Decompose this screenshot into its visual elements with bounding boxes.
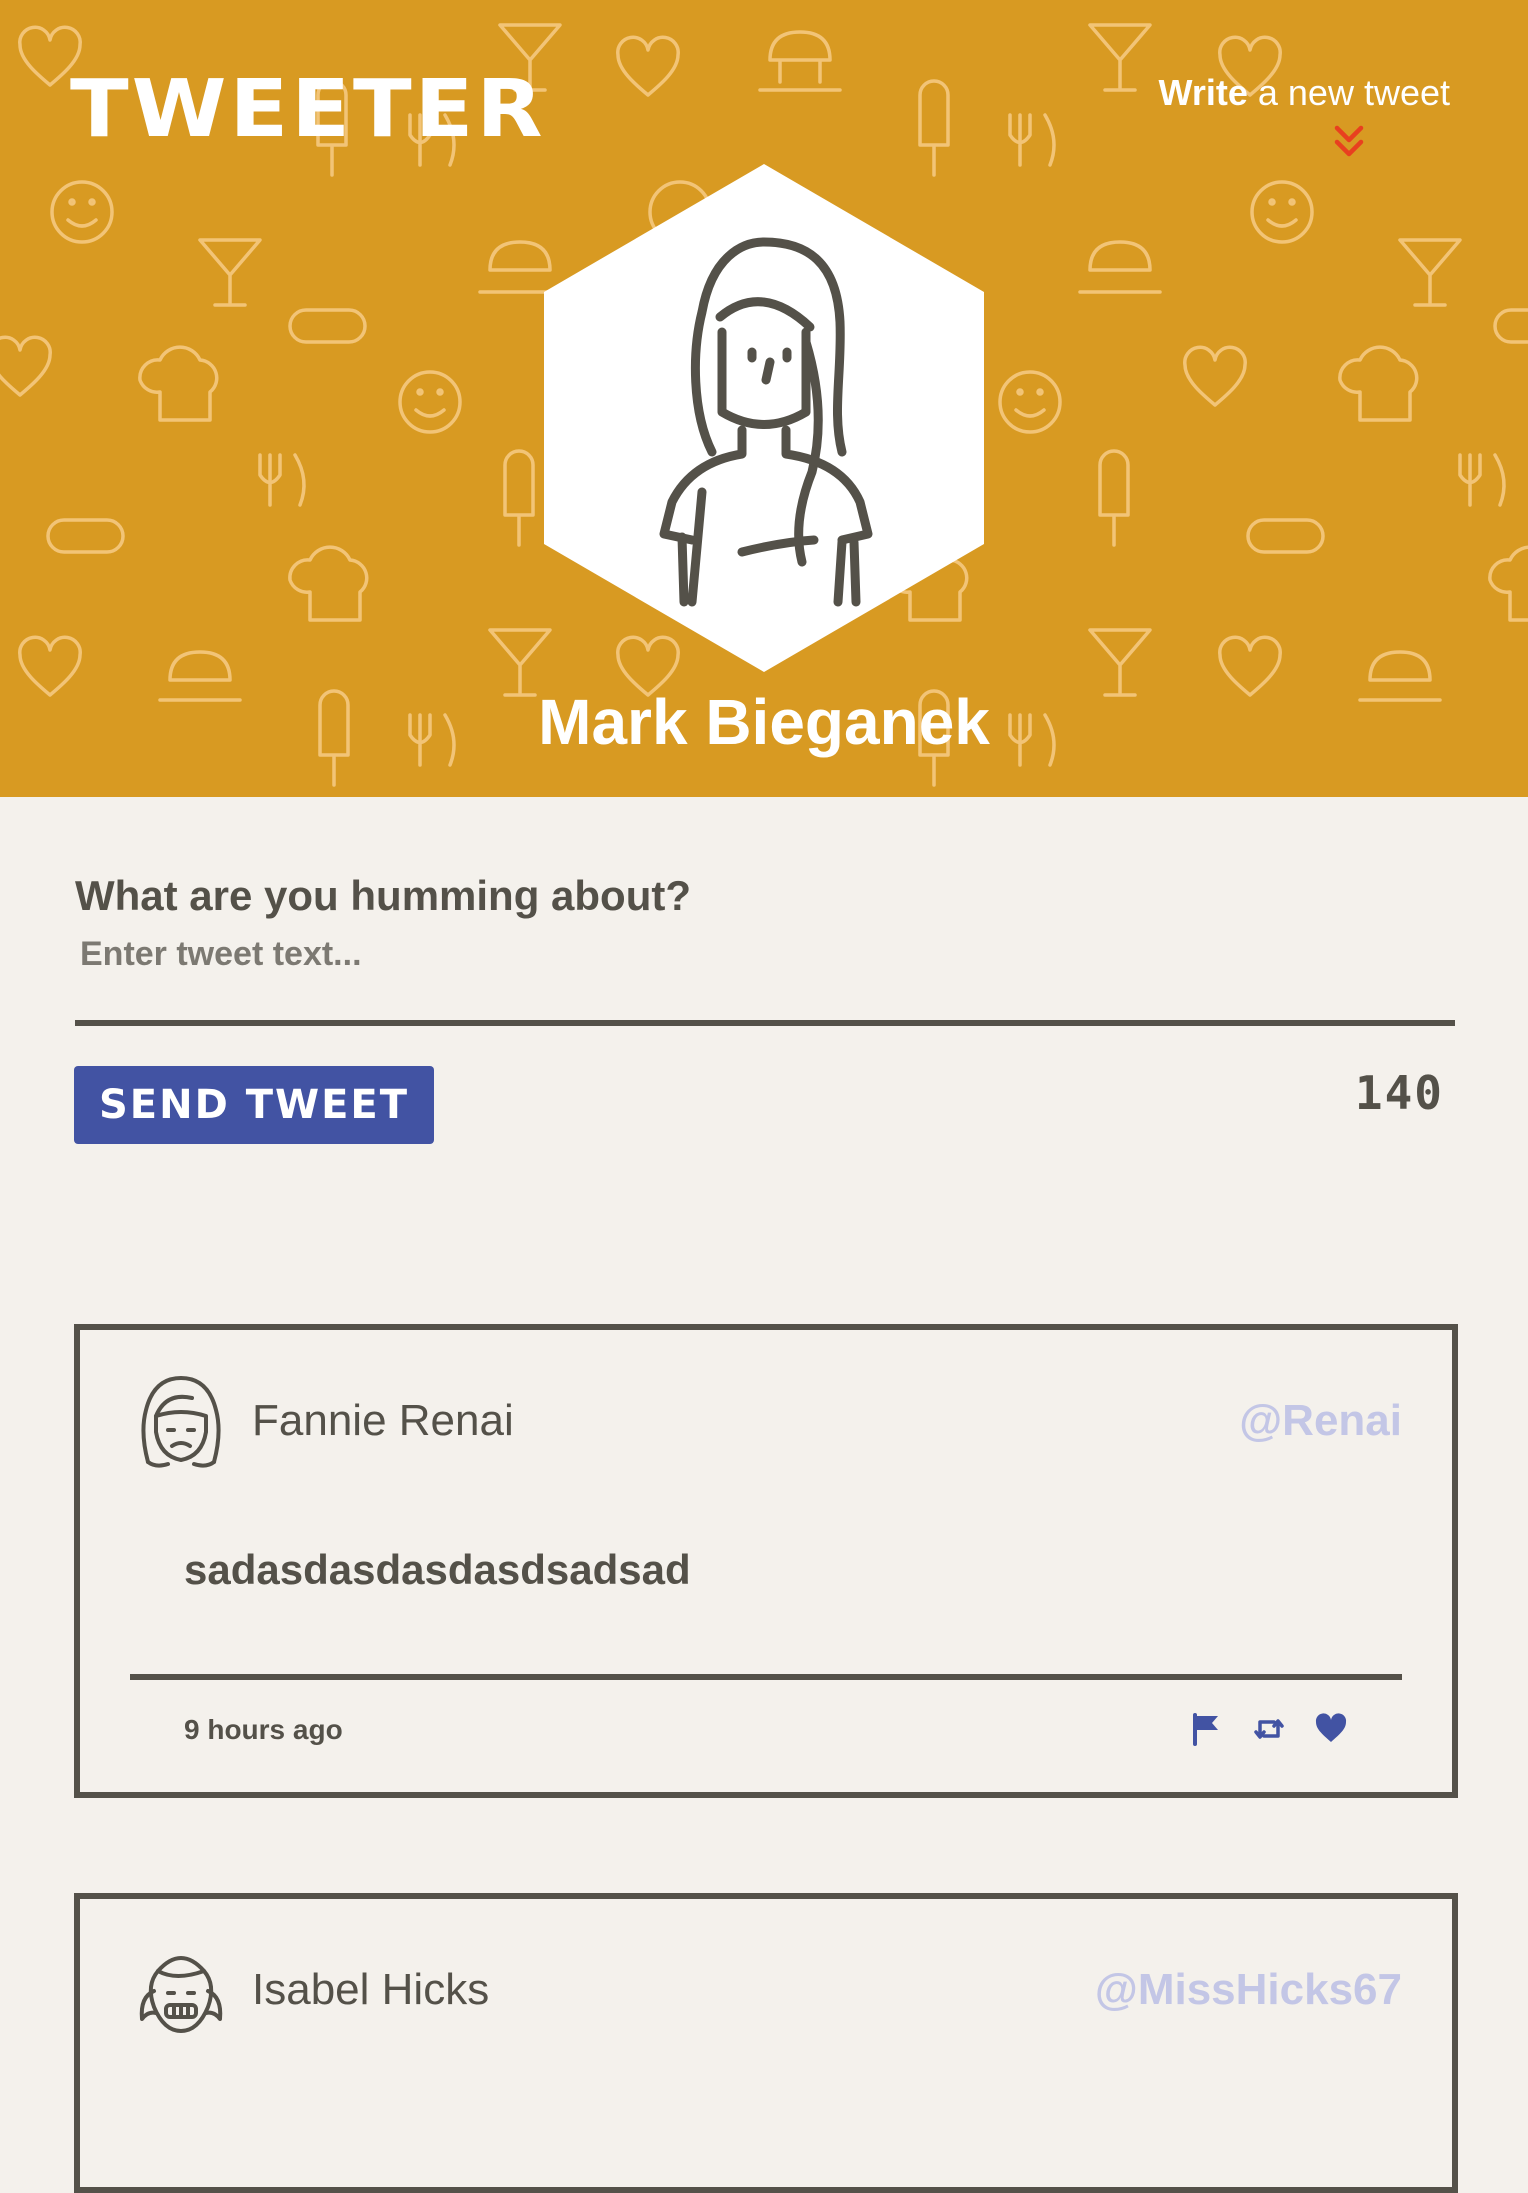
toggle-label-light: a new tweet [1247,72,1450,113]
app-logo[interactable]: TWEETER [70,70,546,149]
tweet-card: Isabel Hicks @MissHicks67 [74,1893,1458,2193]
write-new-tweet-toggle[interactable]: Write a new tweet [1110,72,1450,114]
user-avatar-icon [141,1376,221,1468]
tweet-divider [130,1674,1402,1680]
profile-name: Mark Bieganek [538,686,990,758]
tweet-author-name: Fannie Renai [252,1396,514,1445]
user-avatar-icon [139,1956,223,2033]
profile-avatar [544,164,984,672]
tweet-timestamp: 9 hours ago [184,1714,343,1745]
profile-header: TWEETER Write a new tweet Mark Bieganek [0,0,1528,797]
retweet-icon[interactable] [1252,1712,1286,1746]
heart-icon[interactable] [1314,1712,1348,1746]
send-tweet-button[interactable]: SEND TWEET [74,1066,434,1144]
tweet-actions [1190,1712,1348,1746]
double-chevron-down-icon[interactable] [1331,124,1367,160]
compose-title: What are you humming about? [75,872,691,919]
tweet-body: sadasdasdasdasdsadsad [184,1546,691,1593]
character-counter: 140 [1354,1066,1444,1120]
flag-icon[interactable] [1190,1712,1224,1746]
tweet-author-handle[interactable]: @Renai [1239,1396,1402,1446]
tweet-card: Fannie Renai @Renai sadasdasdasdasdsadsa… [74,1324,1458,1798]
tweet-text-input[interactable] [75,928,1455,1026]
tweet-author-handle[interactable]: @MissHicks67 [1095,1965,1402,2015]
tweet-author-name: Isabel Hicks [252,1965,490,2014]
toggle-label-strong: Write [1158,72,1248,113]
